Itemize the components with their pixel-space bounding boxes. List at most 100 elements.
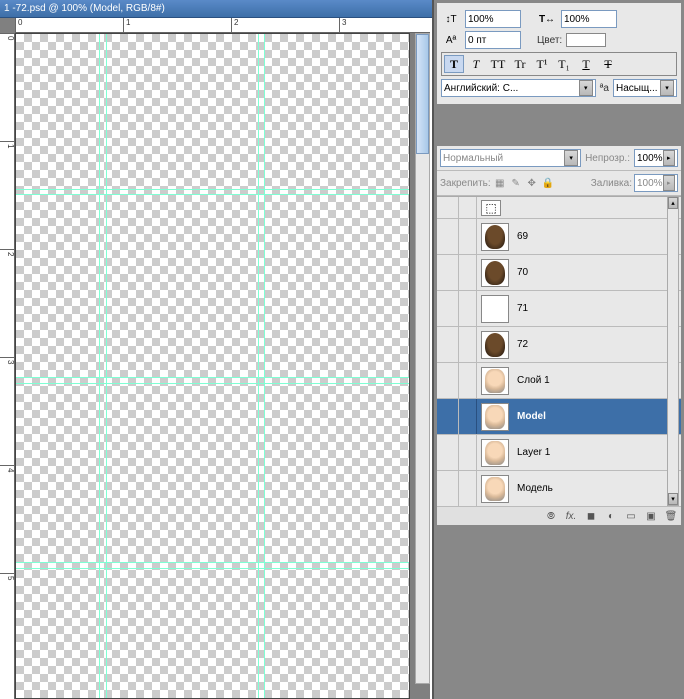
layer-thumbnail[interactable] bbox=[481, 475, 509, 503]
layer-row[interactable]: Слой 1 bbox=[437, 363, 681, 399]
guide-horizontal[interactable] bbox=[16, 562, 409, 563]
subscript-button[interactable]: T₁ bbox=[554, 55, 574, 73]
guide-horizontal[interactable] bbox=[16, 377, 409, 378]
color-label: Цвет: bbox=[537, 35, 562, 46]
superscript-button[interactable]: T¹ bbox=[532, 55, 552, 73]
visibility-toggle[interactable] bbox=[437, 255, 459, 290]
smallcaps-button[interactable]: Tr bbox=[510, 55, 530, 73]
guide-vertical[interactable] bbox=[99, 34, 100, 698]
layer-thumbnail[interactable] bbox=[481, 223, 509, 251]
link-layers-icon[interactable]: ⦾ bbox=[543, 509, 559, 523]
layer-name[interactable]: Model bbox=[513, 411, 681, 422]
layer-thumbnail[interactable] bbox=[481, 439, 509, 467]
fill-label: Заливка: bbox=[591, 178, 632, 189]
scrollbar-thumb[interactable] bbox=[416, 34, 429, 154]
layer-row[interactable]: Layer 1 bbox=[437, 435, 681, 471]
document-canvas[interactable] bbox=[15, 33, 410, 699]
layer-row[interactable]: 70 bbox=[437, 255, 681, 291]
chevron-right-icon: ▸ bbox=[663, 150, 675, 166]
layer-name[interactable]: Слой 1 bbox=[513, 375, 681, 386]
layer-name[interactable]: Модель bbox=[513, 483, 665, 494]
scroll-up-button[interactable]: ▴ bbox=[668, 197, 678, 209]
guide-vertical[interactable] bbox=[258, 34, 259, 698]
layer-row[interactable]: 69 bbox=[437, 219, 681, 255]
layer-thumbnail[interactable] bbox=[481, 367, 509, 395]
layer-mask-icon[interactable]: ◼ bbox=[583, 509, 599, 523]
vertical-scale-input[interactable] bbox=[465, 10, 521, 28]
character-panel: ↕T T↔ Aª Цвет: T T TT Tr T¹ T₁ T Ŧ Англи… bbox=[436, 2, 682, 105]
baseline-shift-input[interactable] bbox=[465, 31, 521, 49]
layer-row[interactable]: ⬚ bbox=[437, 197, 681, 219]
layer-name[interactable]: 69 bbox=[513, 231, 681, 242]
lock-all-icon[interactable]: 🔒 bbox=[541, 176, 555, 190]
layer-row[interactable]: 71 bbox=[437, 291, 681, 327]
visibility-toggle[interactable] bbox=[437, 399, 459, 434]
visibility-toggle[interactable] bbox=[437, 363, 459, 398]
layers-scrollbar[interactable]: ▴ ▾ bbox=[667, 196, 679, 506]
fill-input[interactable]: 100% ▸ bbox=[634, 174, 678, 192]
layer-row[interactable]: Модель 🔒 bbox=[437, 471, 681, 506]
lock-transparency-icon[interactable]: ▦ bbox=[493, 176, 507, 190]
guide-vertical[interactable] bbox=[106, 34, 107, 698]
layer-thumbnail[interactable] bbox=[481, 331, 509, 359]
strikethrough-button[interactable]: Ŧ bbox=[598, 55, 618, 73]
guide-horizontal[interactable] bbox=[16, 189, 409, 190]
guide-horizontal[interactable] bbox=[16, 383, 409, 384]
chevron-down-icon: ▾ bbox=[660, 80, 674, 96]
chevron-down-icon: ▾ bbox=[579, 80, 593, 96]
canvas-area: 0 1 2 3 0 1 2 3 4 5 bbox=[0, 18, 430, 699]
layer-name[interactable]: 70 bbox=[513, 267, 681, 278]
chevron-right-icon: ▸ bbox=[663, 175, 675, 191]
vertical-scale-icon: ↕T bbox=[441, 10, 461, 28]
visibility-toggle[interactable] bbox=[437, 471, 459, 506]
layer-thumbnail[interactable]: ⬚ bbox=[481, 200, 501, 216]
new-layer-icon[interactable]: ▣ bbox=[643, 509, 659, 523]
visibility-toggle[interactable] bbox=[437, 327, 459, 362]
lock-label: Закрепить: bbox=[440, 178, 491, 189]
bold-button[interactable]: T bbox=[444, 55, 464, 73]
canvas-scrollbar-vertical[interactable] bbox=[415, 33, 430, 684]
layer-fx-icon[interactable]: fx. bbox=[563, 509, 579, 523]
layer-thumbnail[interactable] bbox=[481, 259, 509, 287]
language-dropdown[interactable]: Английский: С... ▾ bbox=[441, 79, 596, 97]
guide-vertical[interactable] bbox=[264, 34, 265, 698]
layer-row[interactable]: 72 bbox=[437, 327, 681, 363]
underline-button[interactable]: T bbox=[576, 55, 596, 73]
text-color-swatch[interactable] bbox=[566, 33, 606, 47]
opacity-input[interactable]: 100% ▸ bbox=[634, 149, 678, 167]
layers-panel: Нормальный ▾ Непрозр.: 100% ▸ Закрепить:… bbox=[436, 145, 682, 526]
delete-layer-icon[interactable]: 🗑 bbox=[663, 509, 679, 523]
horizontal-scale-input[interactable] bbox=[561, 10, 617, 28]
right-panel: ↕T T↔ Aª Цвет: T T TT Tr T¹ T₁ T Ŧ Англи… bbox=[432, 0, 684, 699]
layer-thumbnail[interactable] bbox=[481, 403, 509, 431]
guide-horizontal[interactable] bbox=[16, 568, 409, 569]
layer-name[interactable]: Layer 1 bbox=[513, 447, 681, 458]
lock-image-icon[interactable]: ✎ bbox=[509, 176, 523, 190]
scroll-down-button[interactable]: ▾ bbox=[668, 493, 678, 505]
layers-list: ⬚ 69 70 71 bbox=[437, 196, 681, 506]
text-style-buttons: T T TT Tr T¹ T₁ T Ŧ bbox=[441, 52, 677, 76]
antialias-label: ªа bbox=[600, 83, 609, 94]
blend-mode-dropdown[interactable]: Нормальный ▾ bbox=[440, 149, 581, 167]
ruler-vertical[interactable]: 0 1 2 3 4 5 bbox=[0, 33, 15, 699]
visibility-toggle[interactable] bbox=[437, 435, 459, 470]
italic-button[interactable]: T bbox=[466, 55, 486, 73]
baseline-shift-icon: Aª bbox=[441, 31, 461, 49]
adjustment-layer-icon[interactable]: ◐ bbox=[603, 509, 619, 523]
ruler-horizontal[interactable]: 0 1 2 3 bbox=[15, 18, 430, 33]
visibility-toggle[interactable] bbox=[437, 197, 459, 218]
layer-name[interactable]: 71 bbox=[513, 303, 681, 314]
visibility-toggle[interactable] bbox=[437, 219, 459, 254]
layer-thumbnail[interactable] bbox=[481, 295, 509, 323]
horizontal-scale-icon: T↔ bbox=[537, 10, 557, 28]
window-title: 1 -72.psd @ 100% (Model, RGB/8#) bbox=[4, 3, 165, 14]
allcaps-button[interactable]: TT bbox=[488, 55, 508, 73]
antialias-dropdown[interactable]: Насыщ... ▾ bbox=[613, 79, 677, 97]
guide-horizontal[interactable] bbox=[16, 194, 409, 195]
layer-row-selected[interactable]: Model bbox=[437, 399, 681, 435]
new-group-icon[interactable]: ▭ bbox=[623, 509, 639, 523]
visibility-toggle[interactable] bbox=[437, 291, 459, 326]
layer-name[interactable]: 72 bbox=[513, 339, 681, 350]
layers-footer: ⦾ fx. ◼ ◐ ▭ ▣ 🗑 bbox=[437, 506, 681, 525]
lock-position-icon[interactable]: ✥ bbox=[525, 176, 539, 190]
